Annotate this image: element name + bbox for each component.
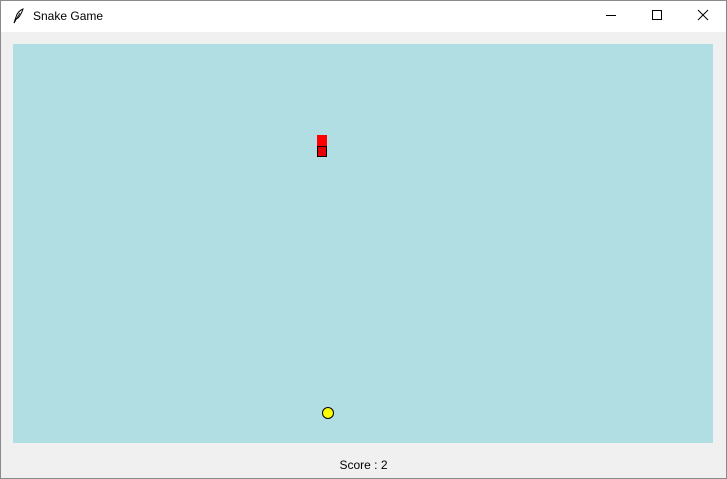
window-title: Snake Game xyxy=(33,9,104,23)
game-board[interactable] xyxy=(13,44,713,443)
minimize-button[interactable] xyxy=(588,1,634,32)
minimize-icon xyxy=(605,8,617,26)
maximize-icon xyxy=(651,8,663,26)
title-bar[interactable]: Snake Game xyxy=(1,1,726,32)
close-button[interactable] xyxy=(680,1,726,32)
close-icon xyxy=(697,8,709,26)
food-item xyxy=(322,407,334,419)
client-area: Score : 2 xyxy=(1,32,726,478)
feather-icon xyxy=(10,8,26,24)
maximize-button[interactable] xyxy=(634,1,680,32)
snake-head xyxy=(317,146,327,157)
score-label: Score : 2 xyxy=(339,458,388,472)
app-window: Snake Game Score : 2 xyxy=(0,0,727,479)
